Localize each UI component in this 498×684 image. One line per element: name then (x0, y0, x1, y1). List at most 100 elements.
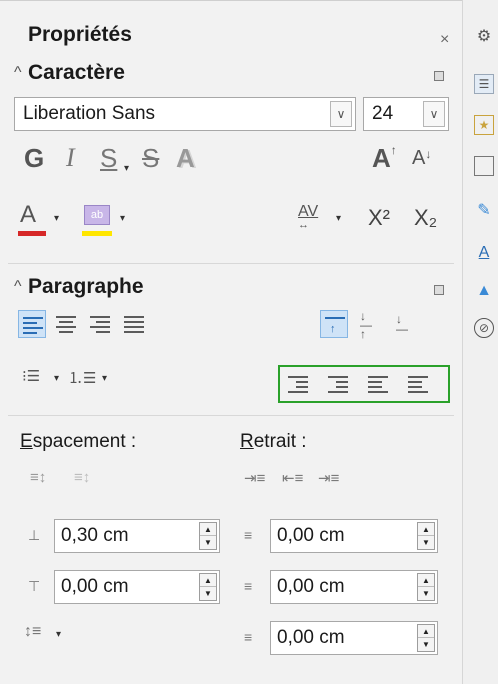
highlight-pen-icon[interactable]: ab (84, 205, 110, 225)
collapse-paragraphe-chevron-icon[interactable]: ^ (14, 278, 22, 296)
font-name-combo[interactable]: Liberation Sans ∨ (14, 97, 356, 131)
bullet-list-dropdown-icon[interactable]: ▾ (54, 373, 59, 384)
espacement-label: Espacement : (20, 431, 137, 452)
first-line-indent-spinbox[interactable]: 0,00 cm ▲ ▼ (270, 621, 438, 655)
indent-after-value: 0,00 cm (277, 576, 345, 597)
first-line-indent-value: 0,00 cm (277, 627, 345, 648)
highlight-color-swatch (82, 231, 112, 236)
space-below-icon: ⊤ (28, 578, 41, 594)
character-spacing-label: AV (298, 203, 319, 220)
font-name-dropdown-icon[interactable]: ∨ (330, 101, 352, 127)
font-name-value: Liberation Sans (23, 103, 156, 124)
sidebar-settings-gear-icon[interactable]: ⚙ (474, 26, 494, 46)
font-color-button[interactable]: A (20, 201, 36, 229)
section-divider (8, 263, 454, 264)
align-middle-button[interactable]: ↓ — ↑ (354, 309, 382, 341)
caractere-section-title[interactable]: Caractère (28, 61, 125, 85)
bullet-list-icon[interactable]: ⁝☰ (22, 367, 40, 385)
align-bottom-icon: ↓ — (396, 312, 408, 336)
space-above-spin-buttons[interactable]: ▲ ▼ (199, 522, 217, 550)
character-spacing-dropdown-icon[interactable]: ▾ (336, 213, 341, 224)
grow-font-button[interactable]: A↑ (372, 143, 397, 174)
font-size-value: 24 (372, 103, 394, 124)
space-above-icon: ⊥ (28, 527, 41, 543)
decrease-indent-button[interactable] (324, 370, 352, 398)
numbered-list-dropdown-icon[interactable]: ▾ (102, 373, 107, 384)
space-below-value: 0,00 cm (61, 576, 129, 597)
hanging-indent-icon (368, 376, 388, 396)
first-line-indent-small-icon: ≡ (244, 629, 253, 645)
increase-paragraph-spacing-icon[interactable]: ≡↕ (30, 469, 46, 486)
shrink-font-button[interactable]: A↓ (412, 147, 431, 170)
section-divider (8, 415, 454, 416)
indent-after-icon: ≡ (244, 578, 253, 594)
space-below-spinbox[interactable]: 0,00 cm ▲ ▼ (54, 570, 220, 604)
align-top-icon (325, 317, 345, 322)
indent-after-spinbox[interactable]: 0,00 cm ▲ ▼ (270, 570, 438, 604)
grow-font-label: A (372, 143, 391, 173)
paragraphe-section-title[interactable]: Paragraphe (28, 275, 144, 299)
more-options-paragraphe-icon[interactable] (434, 285, 444, 295)
numbered-list-icon[interactable]: ⒈☰ (68, 367, 96, 388)
line-spacing-dropdown-icon[interactable]: ▾ (56, 629, 61, 640)
subscript-button[interactable]: X₂ (414, 205, 437, 231)
hanging-indent-button[interactable] (364, 370, 392, 398)
shrink-font-label: A (412, 147, 426, 169)
space-above-value: 0,30 cm (61, 525, 129, 546)
indent-before-spinbox[interactable]: 0,00 cm ▲ ▼ (270, 519, 438, 553)
indent-before-icon: ≡ (244, 527, 253, 543)
more-options-caractere-icon[interactable] (434, 71, 444, 81)
decrease-indent-icon (328, 376, 348, 396)
indent-after-spin-buttons[interactable]: ▲ ▼ (417, 573, 435, 601)
first-line-indent-spin-buttons[interactable]: ▲ ▼ (417, 624, 435, 652)
line-spacing-icon[interactable]: ↕≡ (24, 623, 41, 641)
bold-button[interactable]: G (24, 143, 44, 174)
align-top-button[interactable]: ↑ (320, 310, 348, 338)
character-spacing-button[interactable]: AV ↔ (298, 203, 318, 231)
first-line-indent-button[interactable] (404, 370, 432, 398)
decrease-indent-small-icon[interactable]: ⇤≡ (282, 469, 303, 487)
sidebar-draw-tab-icon[interactable]: ✎ (474, 200, 494, 220)
indent-before-spin-buttons[interactable]: ▲ ▼ (417, 522, 435, 550)
superscript-button[interactable]: X² (368, 205, 390, 231)
align-left-button[interactable] (18, 310, 46, 338)
strikethrough-button[interactable]: S (142, 143, 159, 174)
align-justify-button[interactable] (120, 310, 148, 338)
sidebar-gallery-tab-icon[interactable] (474, 156, 494, 176)
close-panel-button[interactable]: × (440, 31, 449, 49)
align-right-button[interactable] (86, 310, 114, 338)
font-size-dropdown-icon[interactable]: ∨ (423, 101, 445, 127)
retrait-label: Retrait : (240, 431, 307, 452)
underline-dropdown-icon[interactable]: ▾ (124, 163, 129, 174)
decrease-paragraph-spacing-icon[interactable]: ≡↕ (74, 469, 90, 486)
sidebar-image-tab-icon[interactable]: ▲ (474, 282, 494, 302)
sidebar-tab-bar (462, 0, 498, 684)
hanging-indent-small-icon[interactable]: ⇥≡ (318, 469, 339, 487)
sidebar-character-tab-icon[interactable]: A (474, 244, 494, 264)
font-size-combo[interactable]: 24 ∨ (363, 97, 449, 131)
space-above-spinbox[interactable]: 0,30 cm ▲ ▼ (54, 519, 220, 553)
font-color-swatch (18, 231, 46, 236)
align-center-icon (56, 316, 76, 336)
align-bottom-button[interactable]: ↓ — (388, 310, 416, 338)
indent-before-value: 0,00 cm (277, 525, 345, 546)
align-middle-icon: ↓ — ↑ (360, 309, 372, 341)
increase-indent-button[interactable] (284, 370, 312, 398)
sidebar-navigator-tab-icon[interactable]: ⊘ (474, 318, 494, 338)
italic-button[interactable]: I (66, 143, 75, 173)
properties-panel: Propriétés × ^ Caractère Liberation Sans… (0, 0, 462, 684)
highlight-dropdown-icon[interactable]: ▾ (120, 213, 125, 224)
increase-indent-small-icon[interactable]: ⇥≡ (244, 469, 265, 487)
sidebar-styles-tab-icon[interactable]: ★ (474, 115, 494, 135)
font-color-dropdown-icon[interactable]: ▾ (54, 213, 59, 224)
align-center-button[interactable] (52, 310, 80, 338)
space-below-spin-buttons[interactable]: ▲ ▼ (199, 573, 217, 601)
shadow-button[interactable]: A (176, 143, 195, 174)
align-right-icon (90, 316, 110, 336)
increase-indent-icon (288, 376, 308, 396)
underline-button[interactable]: S (100, 143, 117, 174)
align-justify-icon (124, 316, 144, 336)
collapse-caractere-chevron-icon[interactable]: ^ (14, 64, 22, 82)
align-left-icon (23, 317, 43, 337)
sidebar-properties-tab-icon[interactable]: ☰ (474, 74, 494, 94)
